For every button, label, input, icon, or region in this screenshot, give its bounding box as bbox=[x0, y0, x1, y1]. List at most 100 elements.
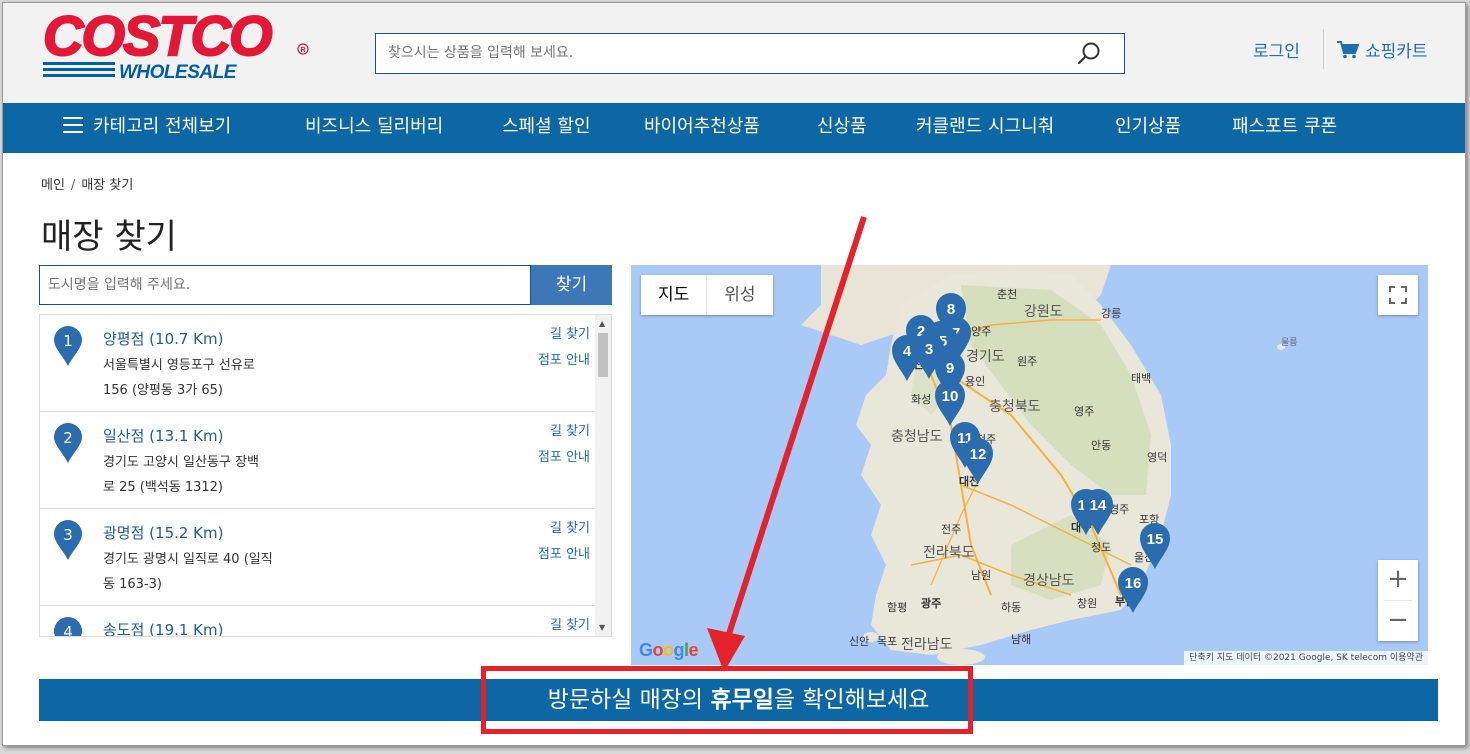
place-label: 강원도 bbox=[1024, 304, 1063, 320]
nav-business-delivery[interactable]: 비즈니스 딜리버리 bbox=[305, 103, 443, 153]
svg-text:8: 8 bbox=[947, 301, 955, 318]
zoom-in-button[interactable]: + bbox=[1378, 560, 1418, 600]
store-list[interactable]: 1 양평점 (10.7 Km) 서울특별시 영등포구 선유로 156 (양평동 … bbox=[39, 314, 612, 637]
store-name[interactable]: 광명점 (15.2 Km) bbox=[103, 522, 224, 543]
nav-all-categories[interactable]: 카테고리 전체보기 bbox=[63, 103, 231, 153]
nav-buyer-picks[interactable]: 바이어추천상품 bbox=[644, 103, 760, 153]
store-address: 경기도 광명시 일직로 40 (일직 bbox=[103, 552, 273, 567]
map-type-toggle[interactable]: 지도 위성 bbox=[641, 275, 773, 315]
place-label: 창원 bbox=[1077, 597, 1097, 610]
place-label: 함평 bbox=[887, 601, 907, 614]
store-name[interactable]: 양평점 (10.7 Km) bbox=[103, 328, 224, 349]
store-address: 서울특별시 영등포구 선유로 bbox=[103, 358, 255, 373]
svg-text:15: 15 bbox=[1147, 531, 1164, 548]
store-pin-icon: 1 bbox=[54, 326, 82, 366]
scroll-down-arrow-icon[interactable]: ▼ bbox=[599, 623, 605, 632]
place-label: 원주 bbox=[1017, 355, 1037, 368]
store-info-link[interactable]: 점포 안내 bbox=[538, 349, 590, 368]
pin-number: 4 bbox=[63, 623, 73, 637]
place-label: 화성 bbox=[911, 393, 931, 406]
fullscreen-button[interactable] bbox=[1378, 275, 1418, 315]
nav-kirkland[interactable]: 커클랜드 시그니춰 bbox=[916, 103, 1054, 153]
store-item[interactable]: 1 양평점 (10.7 Km) 서울특별시 영등포구 선유로 156 (양평동 … bbox=[40, 315, 596, 412]
store-item[interactable]: 4 송도점 (19.1 Km) 길 찾기 bbox=[40, 606, 596, 637]
nav-passport-coupon[interactable]: 패스포트 쿠폰 bbox=[1232, 103, 1337, 153]
store-address-line2: 156 (양평동 3가 65) bbox=[103, 383, 224, 398]
city-search-input[interactable] bbox=[40, 266, 530, 304]
header-divider bbox=[1323, 29, 1324, 69]
store-info-link[interactable]: 점포 안내 bbox=[538, 446, 590, 465]
place-label: 전라북도 bbox=[923, 545, 975, 561]
place-label: 경상남도 bbox=[1023, 573, 1075, 589]
directions-link[interactable]: 길 찾기 bbox=[550, 420, 590, 439]
store-address-line2: 로 25 (백석동 1312) bbox=[103, 480, 224, 495]
place-label: 강릉 bbox=[1101, 307, 1121, 320]
product-search-input[interactable] bbox=[376, 34, 1056, 72]
login-link[interactable]: 로그인 bbox=[1253, 37, 1300, 62]
directions-link[interactable]: 길 찾기 bbox=[550, 323, 590, 342]
place-label: 춘천 bbox=[997, 287, 1017, 301]
fullscreen-icon bbox=[1389, 286, 1407, 304]
find-button[interactable]: 찾기 bbox=[531, 265, 612, 305]
nav-special-discount[interactable]: 스페셜 할인 bbox=[502, 103, 591, 153]
store-item[interactable]: 3 광명점 (15.2 Km) 경기도 광명시 일직로 40 (일직 동 163… bbox=[40, 509, 596, 606]
svg-text:12: 12 bbox=[970, 446, 987, 463]
cart-icon bbox=[1337, 40, 1359, 58]
cart-link[interactable]: 쇼핑카트 bbox=[1337, 37, 1428, 62]
map-type-satellite[interactable]: 위성 bbox=[706, 275, 772, 315]
store-address-line2: 동 163-3) bbox=[103, 577, 162, 592]
store-map[interactable]: 춘천 강원도 강릉 남양주 인천 경기도 원주 용인 울릉 화성 충청북도 태백… bbox=[631, 265, 1428, 665]
city-search-field[interactable] bbox=[39, 265, 531, 305]
place-label: 영주 bbox=[1074, 405, 1094, 418]
svg-text:R: R bbox=[301, 47, 306, 54]
place-label: 충청남도 bbox=[891, 429, 943, 445]
place-label: 청도 bbox=[1091, 541, 1111, 554]
pin-number: 2 bbox=[63, 429, 73, 447]
pin-number: 1 bbox=[63, 332, 73, 350]
scroll-thumb[interactable] bbox=[598, 333, 608, 377]
store-info-link[interactable]: 점포 안내 bbox=[538, 543, 590, 562]
place-label: 태백 bbox=[1131, 372, 1151, 385]
place-label: 안동 bbox=[1091, 439, 1111, 452]
place-label: 남해 bbox=[1011, 632, 1031, 646]
nav-popular[interactable]: 인기상품 bbox=[1115, 103, 1181, 153]
breadcrumb-home[interactable]: 메인 bbox=[41, 178, 65, 193]
logo-wholesale-text: WHOLESALE bbox=[119, 62, 238, 81]
nav-new-products[interactable]: 신상품 bbox=[817, 103, 867, 153]
place-label: 전주 bbox=[941, 523, 961, 536]
site-header: COSTCO WHOLESALE R 로그인 쇼핑카트 bbox=[3, 3, 1465, 103]
store-pin-icon: 2 bbox=[54, 423, 82, 463]
search-icon[interactable] bbox=[1076, 41, 1102, 67]
google-logo: Google bbox=[639, 640, 699, 660]
store-name[interactable]: 송도점 (19.1 Km) bbox=[103, 619, 224, 636]
place-label: 울릉 bbox=[1281, 337, 1298, 348]
place-label: 경기도 bbox=[966, 349, 1005, 365]
annotation-highlight-box bbox=[481, 666, 973, 734]
place-label: 목포 bbox=[877, 635, 897, 648]
list-scrollbar[interactable]: ▲ ▼ bbox=[595, 315, 611, 636]
place-label: 전라남도 bbox=[901, 637, 953, 653]
svg-text:10: 10 bbox=[942, 388, 959, 405]
menu-icon bbox=[63, 117, 83, 133]
zoom-out-button[interactable]: − bbox=[1378, 601, 1418, 641]
page-title: 매장 찾기 bbox=[41, 217, 177, 257]
place-label: 남원 bbox=[971, 569, 991, 582]
costco-logo[interactable]: COSTCO WHOLESALE R bbox=[41, 5, 313, 81]
main-nav: 카테고리 전체보기 비즈니스 딜리버리 스페셜 할인 바이어추천상품 신상품 커… bbox=[3, 103, 1465, 153]
korea-map-base: 춘천 강원도 강릉 남양주 인천 경기도 원주 용인 울릉 화성 충청북도 태백… bbox=[801, 265, 1298, 665]
scroll-up-arrow-icon[interactable]: ▲ bbox=[599, 319, 605, 328]
breadcrumb: 메인 / 매장 찾기 bbox=[41, 174, 133, 193]
place-label: 영덕 bbox=[1147, 451, 1167, 464]
place-label: 용인 bbox=[965, 375, 985, 388]
map-type-map[interactable]: 지도 bbox=[641, 275, 706, 315]
browser-viewport: COSTCO WHOLESALE R 로그인 쇼핑카트 bbox=[2, 2, 1466, 746]
pin-number: 3 bbox=[63, 526, 73, 544]
map-attribution[interactable]: 단축키 지도 데이터 ©2021 Google, SK telecom 이용약관 bbox=[1184, 651, 1428, 665]
directions-link[interactable]: 길 찾기 bbox=[550, 614, 590, 633]
directions-link[interactable]: 길 찾기 bbox=[550, 517, 590, 536]
store-item[interactable]: 2 일산점 (13.1 Km) 경기도 고양시 일산동구 장백 로 25 (백석… bbox=[40, 412, 596, 509]
svg-text:4: 4 bbox=[903, 343, 912, 360]
cart-label: 쇼핑카트 bbox=[1365, 42, 1428, 62]
store-name[interactable]: 일산점 (13.1 Km) bbox=[103, 425, 224, 446]
product-search[interactable] bbox=[375, 33, 1125, 74]
